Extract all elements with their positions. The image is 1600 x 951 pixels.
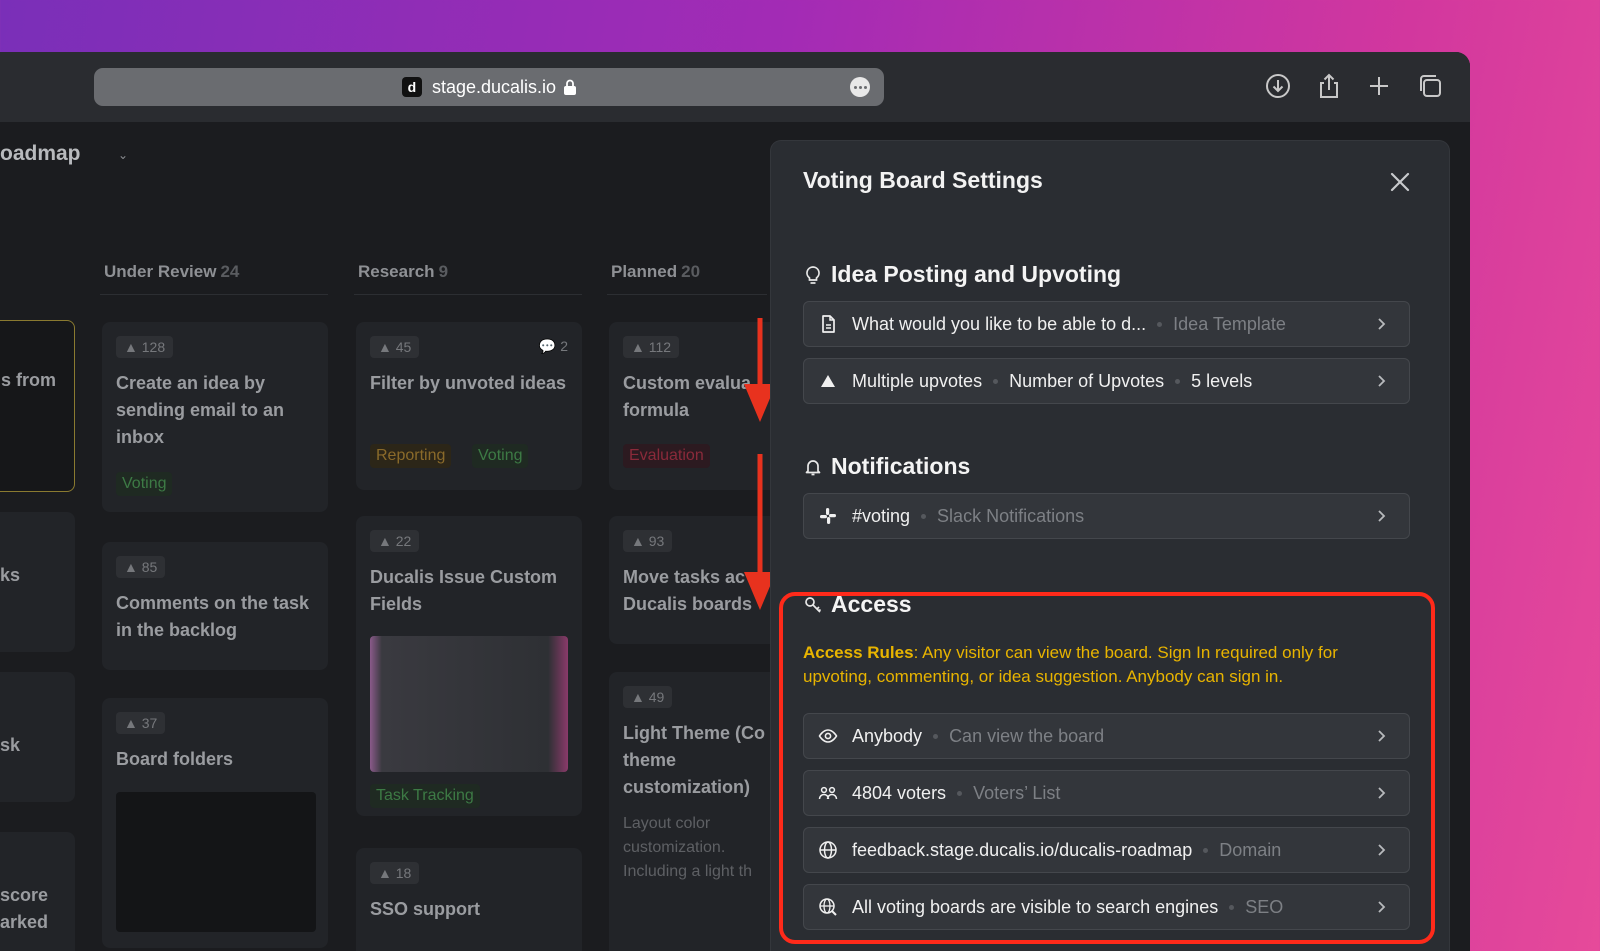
card-image xyxy=(370,636,568,772)
row-label: Idea Template xyxy=(1173,313,1286,334)
browser-toolbar: d stage.ducalis.io xyxy=(0,52,1470,122)
card[interactable]: s from xyxy=(0,320,75,492)
column-header-under-review: Under Review 24 xyxy=(104,262,240,281)
card-title: SSO support xyxy=(370,899,481,919)
column-header-research: Research 9 xyxy=(358,262,449,281)
section-heading-notifications: Notifications xyxy=(803,453,970,480)
card[interactable]: ▲ 85 Comments on the task in the backlog xyxy=(102,542,328,670)
upvote-count[interactable]: ▲ 128 xyxy=(116,336,174,358)
card[interactable]: sk xyxy=(0,672,75,802)
upvote-count[interactable]: ▲ 112 xyxy=(623,336,680,358)
slack-notifications-row[interactable]: #voting Slack Notifications xyxy=(803,493,1410,539)
row-label: Number of Upvotes xyxy=(1009,370,1165,391)
row-value: 5 levels xyxy=(1191,370,1253,391)
card-title: ks xyxy=(0,565,21,585)
row-value: #voting xyxy=(852,505,911,526)
board-title[interactable]: oadmap xyxy=(0,142,81,166)
row-label: Slack Notifications xyxy=(937,505,1085,526)
upvote-count[interactable]: ▲ 49 xyxy=(623,686,673,708)
card-title: Filter by unvoted ideas xyxy=(370,373,567,393)
document-icon xyxy=(818,314,838,334)
column-divider xyxy=(354,294,582,295)
card-title: Ducalis Issue Custom Fields xyxy=(370,567,558,614)
upvote-count[interactable]: ▲ 85 xyxy=(116,556,166,578)
page-menu-icon[interactable] xyxy=(850,77,870,97)
card-title: sk xyxy=(0,735,21,755)
card-title: Light Theme (Co theme customization) xyxy=(623,723,765,797)
section-heading-idea-posting: Idea Posting and Upvoting xyxy=(803,261,1121,288)
card[interactable]: score arked xyxy=(0,832,75,951)
chevron-right-icon xyxy=(1378,375,1386,387)
column-divider xyxy=(100,294,328,295)
card[interactable]: ks xyxy=(0,512,75,652)
upvote-count[interactable]: ▲ 45 xyxy=(370,336,420,358)
site-favicon: d xyxy=(401,77,422,97)
slack-icon xyxy=(818,506,838,526)
column-header-planned: Planned 20 xyxy=(611,262,701,281)
upvotes-row[interactable]: Multiple upvotes Number of Upvotes 5 lev… xyxy=(803,358,1410,404)
card-description: Layout color customization. Including a … xyxy=(623,815,752,880)
lightbulb-icon xyxy=(806,265,820,284)
column-divider xyxy=(607,294,767,295)
share-icon[interactable] xyxy=(1315,72,1343,100)
upvote-count[interactable]: ▲ 37 xyxy=(116,712,166,734)
upvote-count[interactable]: ▲ 18 xyxy=(370,862,420,884)
tabs-overview-icon[interactable] xyxy=(1416,72,1444,100)
tag: Voting xyxy=(472,444,529,468)
card-title: Create an idea by sending email to an in… xyxy=(116,373,285,447)
upvote-count[interactable]: ▲ 22 xyxy=(370,530,420,552)
tag: Evaluation xyxy=(623,444,710,468)
tag: Voting xyxy=(116,472,173,496)
card-title: score arked xyxy=(0,885,49,932)
comment-count: 💬 2 xyxy=(538,338,568,354)
card[interactable]: ▲ 18 SSO support xyxy=(356,848,582,951)
address-bar[interactable]: d stage.ducalis.io xyxy=(94,68,884,106)
card-title: s from xyxy=(1,370,57,390)
close-icon[interactable] xyxy=(1389,171,1411,193)
card[interactable]: ▲ 49 Light Theme (Co theme customization… xyxy=(609,672,779,951)
chevron-right-icon xyxy=(1378,318,1386,330)
panel-title: Voting Board Settings xyxy=(803,167,1043,193)
url-text: stage.ducalis.io xyxy=(431,76,557,97)
upvote-count[interactable]: ▲ 93 xyxy=(623,530,673,552)
bell-icon xyxy=(805,459,821,475)
tag: Task Tracking xyxy=(370,784,480,808)
chevron-down-icon[interactable]: ⌄ xyxy=(118,148,128,162)
upvote-triangle-icon xyxy=(818,371,838,391)
card[interactable]: ▲ 45 💬 2 Filter by unvoted ideas Reporti… xyxy=(356,322,582,490)
chevron-right-icon xyxy=(1378,510,1386,522)
new-tab-icon[interactable] xyxy=(1365,72,1393,100)
card-image xyxy=(116,792,316,932)
card-title: Board folders xyxy=(116,749,234,769)
card[interactable]: ▲ 128 Create an idea by sending email to… xyxy=(102,322,328,512)
card[interactable]: ▲ 22 Ducalis Issue Custom Fields Task Tr… xyxy=(356,516,582,816)
access-highlight-box xyxy=(779,592,1435,944)
row-value: Multiple upvotes xyxy=(852,370,983,391)
row-value: What would you like to be able to d... xyxy=(852,313,1147,334)
tag: Reporting xyxy=(370,444,452,468)
idea-template-row[interactable]: What would you like to be able to d... I… xyxy=(803,301,1410,347)
card-title: Comments on the task in the backlog xyxy=(116,593,310,640)
lock-icon xyxy=(564,79,577,95)
download-icon[interactable] xyxy=(1264,72,1292,100)
card[interactable]: ▲ 37 Board folders xyxy=(102,698,328,948)
